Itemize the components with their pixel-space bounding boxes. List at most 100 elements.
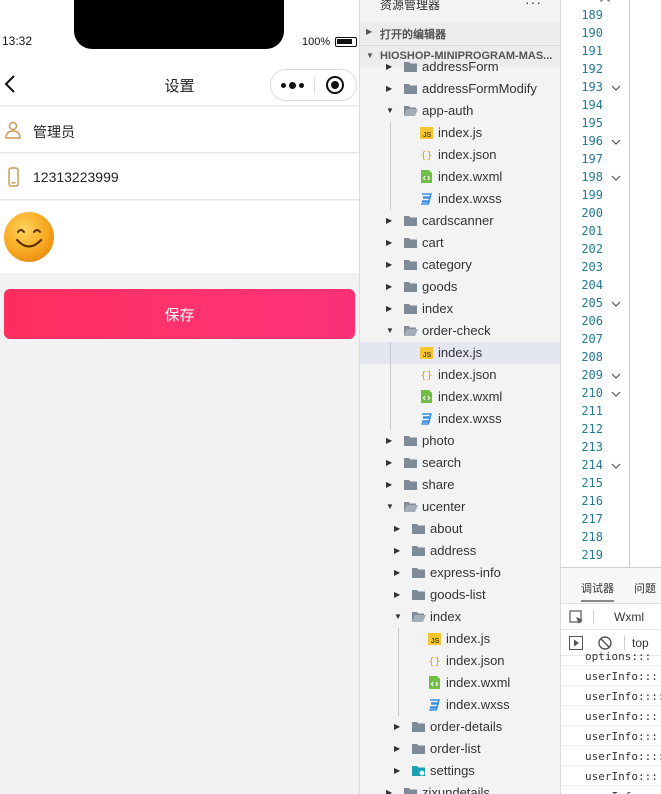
chevron-right-icon[interactable]: ▶ [386, 215, 396, 227]
tree-item-label: index.js [438, 125, 483, 140]
console-text: userInfo::: [585, 710, 658, 723]
fold-chevron-icon[interactable] [611, 83, 621, 93]
avatar-row[interactable] [0, 201, 359, 273]
tree-item-label: index.json [446, 653, 505, 668]
inspect-element-icon[interactable] [569, 610, 585, 626]
tree-item-label: address [430, 543, 477, 558]
chevron-down-icon[interactable]: ▼ [386, 501, 396, 513]
chevron-down-icon[interactable]: ▼ [386, 325, 396, 337]
chevron-right-icon[interactable]: ▶ [394, 545, 404, 557]
more-button[interactable] [271, 70, 314, 100]
code-editor[interactable]: 189 190 191 192 193 194 195 196 197 198 199 200 201 2… [560, 0, 661, 567]
tree-folder[interactable]: ▼ order-check [360, 320, 560, 342]
chevron-right-icon[interactable]: ▶ [386, 237, 396, 249]
battery-icon [335, 37, 357, 47]
line-number: 204 [581, 278, 603, 292]
name-row[interactable]: 管理员 [0, 107, 359, 153]
tab-debugger[interactable]: 调试器 [581, 580, 614, 602]
settings-folder-icon [412, 766, 425, 776]
tree-folder[interactable]: ▶ index [360, 298, 560, 320]
wxml-file-icon [421, 170, 432, 183]
tree-file[interactable]: JS index.js [360, 628, 560, 650]
svg-text:JS: JS [423, 352, 432, 359]
tree-folder[interactable]: ▼ index [360, 606, 560, 628]
console-line: userInfo:::: [561, 686, 661, 706]
chevron-right-icon[interactable]: ▶ [394, 523, 404, 535]
tree-folder[interactable]: ▶ order-list [360, 738, 560, 760]
tree-folder[interactable]: ▶ express-info [360, 562, 560, 584]
chevron-down-icon[interactable]: ▼ [394, 611, 404, 623]
tab-wxml[interactable]: Wxml [614, 610, 644, 624]
tree-folder[interactable]: ▶ addressForm [360, 56, 560, 78]
fold-chevron-icon[interactable] [611, 389, 621, 399]
fold-chevron-icon[interactable] [611, 137, 621, 147]
chevron-right-icon[interactable]: ▶ [394, 589, 404, 601]
chevron-right-icon[interactable]: ▶ [386, 83, 396, 95]
chevron-right-icon[interactable]: ▶ [386, 61, 396, 73]
back-button[interactable] [2, 72, 22, 96]
chevron-right-icon[interactable]: ▶ [386, 479, 396, 491]
line-number: 212 [581, 422, 603, 436]
tree-folder[interactable]: ▼ ucenter [360, 496, 560, 518]
tree-item-label: share [422, 477, 455, 492]
chevron-right-icon[interactable]: ▶ [394, 765, 404, 777]
tree-folder[interactable]: ▶ share [360, 474, 560, 496]
tree-item-label: index.wxml [438, 169, 503, 184]
chevron-right-icon[interactable]: ▶ [386, 259, 396, 271]
tree-folder[interactable]: ▶ cart [360, 232, 560, 254]
line-number: 215 [581, 476, 603, 490]
tree-folder[interactable]: ▶ order-details [360, 716, 560, 738]
tree-item-label: order-list [430, 741, 481, 756]
capsule-menu [270, 69, 357, 101]
tree-folder[interactable]: ▶ goods-list [360, 584, 560, 606]
chevron-down-icon[interactable]: ▼ [386, 105, 396, 117]
folder-icon [412, 568, 425, 578]
tree-item-label: index.js [438, 345, 483, 360]
chevron-right-icon[interactable]: ▶ [386, 787, 396, 794]
chevron-right-icon[interactable]: ▶ [386, 281, 396, 293]
tree-item-label: order-check [422, 323, 491, 338]
console-text: options::: [585, 650, 652, 663]
more-actions-icon[interactable]: ··· [525, 0, 542, 10]
chevron-right-icon[interactable]: ▶ [386, 303, 396, 315]
fold-chevron-icon[interactable] [611, 173, 621, 183]
tree-folder[interactable]: ▶ about [360, 518, 560, 540]
tree-folder[interactable]: ▶ goods [360, 276, 560, 298]
tree-file[interactable]: index.wxss [360, 694, 560, 716]
tree-item-label: goods [422, 279, 458, 294]
tree-folder[interactable]: ▶ zixundetails [360, 782, 560, 794]
console-text: userInfo:::: [585, 690, 661, 703]
close-miniprogram-icon[interactable] [326, 76, 344, 94]
folder-icon [404, 238, 417, 248]
save-button[interactable]: 保存 [4, 289, 355, 339]
chevron-right-icon[interactable]: ▶ [394, 567, 404, 579]
debug-panel: 调试器 问题 Wxml top options::: userInfo::: use… [560, 567, 661, 794]
fold-chevron-icon[interactable] [611, 299, 621, 309]
tree-folder[interactable]: ▶ address [360, 540, 560, 562]
tree-folder[interactable]: ▶ cardscanner [360, 210, 560, 232]
tree-folder[interactable]: ▶ search [360, 452, 560, 474]
tree-folder[interactable]: ▶ category [360, 254, 560, 276]
open-editors-section[interactable]: ▶ 打开的编辑器 [360, 22, 560, 44]
tree-item-label: photo [422, 433, 455, 448]
tree-folder[interactable]: ▶ settings [360, 760, 560, 782]
battery-percent: 100% [302, 36, 331, 48]
folder-icon [404, 480, 417, 490]
phone-row[interactable]: 12313223999 [0, 154, 359, 200]
tree-folder[interactable]: ▶ addressFormModify [360, 78, 560, 100]
tree-folder[interactable]: ▶ photo [360, 430, 560, 452]
fold-chevron-icon[interactable] [611, 461, 621, 471]
chevron-right-icon[interactable]: ▶ [394, 743, 404, 755]
chevron-right-icon[interactable]: ▶ [394, 721, 404, 733]
fold-chevron-icon[interactable] [611, 371, 621, 381]
chevron-right-icon[interactable]: ▶ [386, 457, 396, 469]
tree-file[interactable]: {} index.json [360, 650, 560, 672]
tree-folder[interactable]: ▼ app-auth [360, 100, 560, 122]
folder-icon [404, 304, 417, 314]
tab-problems[interactable]: 问题 [634, 580, 656, 596]
console-text: userInfo:::: [585, 750, 661, 763]
debug-tabs: 调试器 问题 [561, 568, 661, 604]
tree-file[interactable]: index.wxml [360, 672, 560, 694]
chevron-right-icon[interactable]: ▶ [386, 435, 396, 447]
tree-item-label: index.wxss [438, 411, 502, 426]
